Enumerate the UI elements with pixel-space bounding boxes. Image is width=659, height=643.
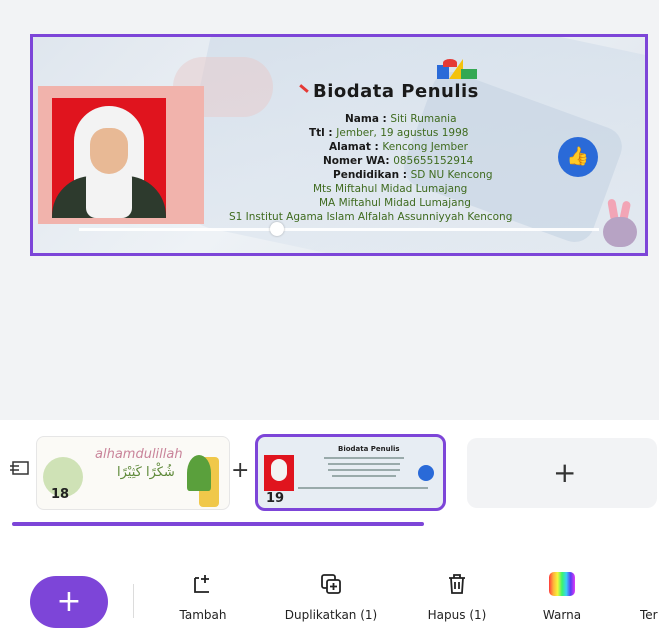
hapus-button[interactable]: Hapus (1) xyxy=(414,572,500,622)
tool-label: Duplikatkan (1) xyxy=(284,608,378,622)
add-page-button[interactable]: + xyxy=(467,438,657,508)
page-thumbnail-18[interactable]: alhamdulillah شُكْرًا كَثِيْرًا 18 xyxy=(36,436,230,510)
thumbnail-photo xyxy=(264,455,294,491)
page-number: 19 xyxy=(266,491,285,506)
canvas-area: Biodata Penulis Nama : Siti Rumania Ttl … xyxy=(0,0,659,420)
education-line: MA Miftahul Midad Lumajang xyxy=(319,197,471,209)
bio-value: 085655152914 xyxy=(393,155,474,167)
bio-value: Jember, 19 agustus 1998 xyxy=(336,127,469,139)
bio-value: SD NU Kencong xyxy=(410,169,493,181)
maps-logo-icon xyxy=(437,59,477,81)
bio-line-wa: Nomer WA: 085655152914 xyxy=(323,155,473,167)
duplikatkan-button[interactable]: Duplikatkan (1) xyxy=(268,572,394,622)
bunny-illustration xyxy=(599,198,643,249)
trash-icon xyxy=(449,574,465,594)
thumbs-up-icon[interactable]: 👍 xyxy=(558,137,598,177)
thumbnail-title: Biodata Penulis xyxy=(338,445,400,453)
notes-icon[interactable] xyxy=(10,460,30,478)
page-thumbnail-19[interactable]: Biodata Penulis 19 xyxy=(255,434,446,511)
page-thumbnail-strip: alhamdulillah شُكْرًا كَثِيْرًا 18 + Bio… xyxy=(0,420,659,540)
add-page-icon xyxy=(194,575,209,593)
bio-line-nama: Nama : Siti Rumania xyxy=(345,113,457,125)
thumbnail-scrollbar[interactable] xyxy=(12,522,424,526)
plus-icon: + xyxy=(553,456,577,489)
more-tool-button[interactable]: Ter xyxy=(640,572,659,622)
add-element-button[interactable]: + xyxy=(30,576,108,628)
duplicate-icon xyxy=(321,574,341,594)
tool-label: Ter xyxy=(640,608,658,622)
selected-slide[interactable]: Biodata Penulis Nama : Siti Rumania Ttl … xyxy=(30,34,648,256)
bio-line-ttl: Ttl : Jember, 19 agustus 1998 xyxy=(309,127,468,139)
more-icon xyxy=(640,572,659,596)
education-line: Mts Miftahul Midad Lumajang xyxy=(313,183,468,195)
education-line: S1 Institut Agama Islam Alfalah Assunniy… xyxy=(229,211,513,223)
bio-label: Nomer WA: xyxy=(323,155,394,167)
thumbs-up-icon xyxy=(418,465,434,481)
thumbnail-arabic-caption: شُكْرًا كَثِيْرًا xyxy=(117,465,175,480)
tambah-button[interactable]: Tambah xyxy=(168,572,238,622)
tool-label: Tambah xyxy=(179,608,227,622)
plant-illustration xyxy=(187,455,211,491)
thumbnail-caption: alhamdulillah xyxy=(95,447,183,462)
bio-line-pendidikan: Pendidikan : SD NU Kencong xyxy=(333,169,493,181)
author-photo xyxy=(52,98,166,218)
bio-label: Ttl : xyxy=(309,127,337,139)
bio-line-alamat: Alamat : Kencong Jember xyxy=(329,141,468,153)
slide-title: Biodata Penulis xyxy=(313,81,479,102)
bio-label: Alamat : xyxy=(329,141,383,153)
timeline-scrubber[interactable] xyxy=(269,222,284,236)
bio-value: Kencong Jember xyxy=(382,141,468,153)
timeline-track[interactable] xyxy=(79,228,599,231)
bottom-toolbar: + Tambah Duplikatkan (1) Hapus (1) Warna… xyxy=(0,560,659,643)
photo-frame[interactable] xyxy=(38,86,204,224)
color-icon xyxy=(549,572,575,596)
page-number: 18 xyxy=(51,487,70,502)
tool-label: Hapus (1) xyxy=(427,608,487,622)
warna-button[interactable]: Warna xyxy=(532,572,592,622)
bio-value: Siti Rumania xyxy=(390,113,457,125)
toolbar-divider xyxy=(133,584,134,618)
bio-label: Nama : xyxy=(345,113,391,125)
bio-label: Pendidikan : xyxy=(333,169,411,181)
insert-page-icon[interactable]: + xyxy=(231,458,249,483)
tool-label: Warna xyxy=(542,608,582,622)
